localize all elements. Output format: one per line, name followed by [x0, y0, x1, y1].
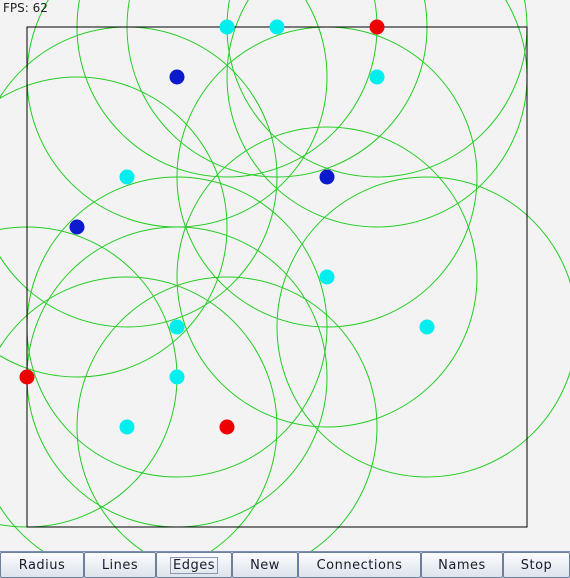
node-cyan[interactable] [369, 69, 385, 85]
node-blue[interactable] [319, 169, 335, 185]
node-blue[interactable] [169, 69, 185, 85]
node-cyan[interactable] [169, 319, 185, 335]
new-button-label: New [250, 557, 280, 573]
boundary-rect [26, 26, 528, 528]
node-cyan[interactable] [219, 19, 235, 35]
new-button[interactable]: New [232, 552, 298, 578]
names-button[interactable]: Names [421, 552, 503, 578]
stop-button[interactable]: Stop [503, 552, 570, 578]
lines-button[interactable]: Lines [84, 552, 156, 578]
simulation-svg [0, 0, 570, 551]
radius-circles [0, 0, 570, 551]
radius-circle [76, 276, 378, 551]
node-cyan[interactable] [119, 169, 135, 185]
connections-button-label: Connections [316, 557, 403, 573]
node-blue[interactable] [69, 219, 85, 235]
radius-button[interactable]: Radius [0, 552, 84, 578]
node-red[interactable] [369, 19, 385, 35]
node-cyan[interactable] [119, 419, 135, 435]
node-red[interactable] [219, 419, 235, 435]
stop-button-label: Stop [520, 557, 553, 573]
node-cyan[interactable] [269, 19, 285, 35]
fps-counter: FPS: 62 [3, 1, 48, 15]
names-button-label: Names [438, 557, 486, 573]
node-cyan[interactable] [319, 269, 335, 285]
node-cyan[interactable] [169, 369, 185, 385]
simulation-canvas[interactable]: FPS: 62 [0, 0, 570, 551]
edges-button[interactable]: Edges [156, 552, 232, 578]
connections-button[interactable]: Connections [298, 552, 421, 578]
radius-circle [0, 276, 278, 551]
edges-button-label: Edges [170, 556, 218, 574]
toolbar: Radius Lines Edges New Connections Names… [0, 551, 570, 578]
radius-button-label: Radius [18, 557, 66, 573]
lines-button-label: Lines [101, 557, 139, 573]
node-cyan[interactable] [419, 319, 435, 335]
node-red[interactable] [19, 369, 35, 385]
